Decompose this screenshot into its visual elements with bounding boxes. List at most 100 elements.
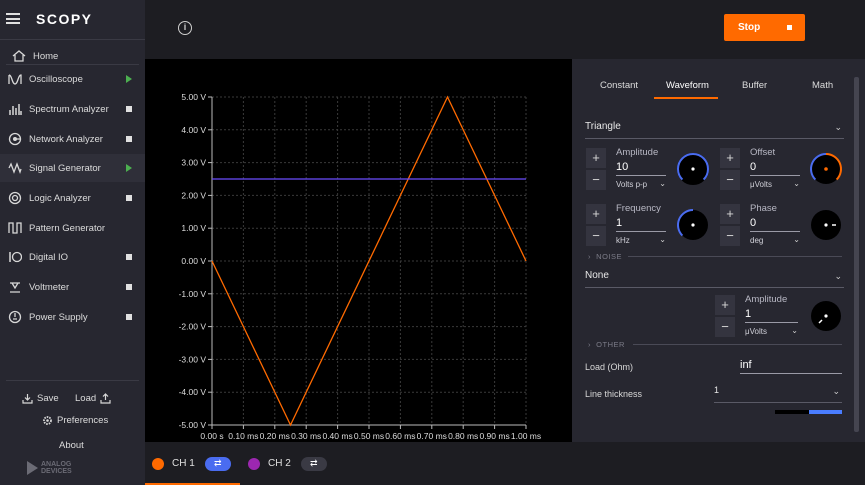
channel-bar: CH 1 ⇄ CH 2 ⇄ (145, 442, 865, 485)
sidebar-item-logic-analyzer[interactable]: Logic Analyzer (0, 184, 145, 212)
offset-input[interactable]: 0 (750, 161, 800, 176)
sidebar-item-label: Pattern Generator (29, 222, 106, 234)
sidebar-item-digital-io[interactable]: Digital IO (0, 243, 145, 271)
channel-1-settings-icon[interactable]: ⇄ (204, 456, 231, 471)
noise-section-toggle[interactable]: › NOISE (588, 252, 622, 261)
noise-amplitude-knob[interactable] (809, 299, 843, 333)
phase-input[interactable]: 0 (750, 217, 800, 232)
sidebar-item-label: Logic Analyzer (29, 192, 91, 204)
amplitude-knob[interactable] (676, 152, 710, 186)
amplitude-plus-button[interactable]: + (586, 148, 606, 168)
frequency-unit-select[interactable]: kHz ⌄ (616, 235, 666, 245)
offset-knob[interactable] (809, 152, 843, 186)
channel-2-label: CH 2 (268, 458, 291, 469)
chevron-down-icon: ⌄ (834, 271, 842, 281)
oscilloscope-icon (8, 72, 22, 86)
waveform-type-select[interactable]: Triangle ⌄ (585, 121, 844, 139)
menu-icon[interactable] (6, 13, 20, 24)
x-tick-label: 0.30 ms (291, 431, 321, 441)
logo-line: ANALOG (41, 461, 72, 468)
amplitude-unit-value: Volts p-p (616, 180, 648, 189)
channel-1[interactable]: CH 1 ⇄ (152, 442, 231, 485)
offset-minus-button[interactable]: − (720, 170, 740, 190)
plot-canvas: 5.00 V 4.00 V 3.00 V 2.00 V 1.00 V 0.00 V -1.0… (179, 92, 542, 441)
offset-plus-button[interactable]: + (720, 148, 740, 168)
pattern-icon (8, 221, 22, 235)
tab-waveform[interactable]: Waveform (666, 80, 709, 91)
section-divider (628, 256, 842, 257)
sidebar-item-oscilloscope[interactable]: Oscilloscope (0, 65, 145, 93)
app-window: SCOPY Home Oscilloscope Spectrum Analyze… (0, 0, 865, 485)
other-section-toggle[interactable]: › OTHER (588, 340, 625, 349)
channel-2-settings-icon[interactable]: ⇄ (300, 456, 327, 471)
chevron-down-icon: ⌄ (659, 235, 666, 244)
sidebar-item-power-supply[interactable]: Power Supply (0, 303, 145, 331)
load-button[interactable]: Load (75, 393, 111, 404)
noise-amplitude-unit-value: μVolts (745, 327, 767, 336)
stopped-indicator (126, 254, 132, 260)
stopped-indicator (126, 136, 132, 142)
x-tick-label: 1.00 ms (511, 431, 541, 441)
tab-buffer[interactable]: Buffer (742, 80, 767, 91)
x-tick-label: 0.80 ms (448, 431, 478, 441)
load-input[interactable]: inf (740, 359, 842, 374)
sidebar-item-signal-generator[interactable]: Signal Generator (0, 154, 145, 182)
sidebar: SCOPY Home Oscilloscope Spectrum Analyze… (0, 0, 145, 485)
noise-amplitude-title: Amplitude (745, 294, 788, 305)
x-tick-label: 0.50 ms (354, 431, 384, 441)
chevron-down-icon: ⌄ (832, 386, 840, 396)
frequency-minus-button[interactable]: − (586, 226, 606, 246)
signal-settings-panel: Constant Waveform Buffer Math Triangle ⌄… (572, 59, 865, 442)
noise-amplitude-unit-select[interactable]: μVolts ⌄ (745, 326, 798, 336)
x-tick-label: 0.60 ms (385, 431, 415, 441)
channel-1-label: CH 1 (172, 458, 195, 469)
frequency-plus-button[interactable]: + (586, 204, 606, 224)
phase-unit-select[interactable]: deg ⌄ (750, 235, 800, 245)
panel-scrollbar[interactable] (854, 77, 859, 432)
sidebar-item-network-analyzer[interactable]: Network Analyzer (0, 125, 145, 153)
signal-plot[interactable]: 5.00 V 4.00 V 3.00 V 2.00 V 1.00 V 0.00 V -1.0… (145, 59, 572, 442)
stop-button[interactable]: Stop (724, 14, 805, 41)
frequency-input[interactable]: 1 (616, 217, 666, 232)
channel-2[interactable]: CH 2 ⇄ (248, 442, 327, 485)
phase-plus-button[interactable]: + (720, 204, 740, 224)
sidebar-item-spectrum-analyzer[interactable]: Spectrum Analyzer (0, 95, 145, 123)
save-button[interactable]: Save (22, 393, 59, 404)
preferences-label: Preferences (57, 415, 109, 426)
sidebar-item-label: Digital IO (29, 251, 69, 263)
network-icon (8, 132, 22, 146)
sidebar-item-label: Network Analyzer (29, 133, 103, 145)
noise-type-select[interactable]: None ⌄ (585, 270, 844, 288)
frequency-title: Frequency (616, 203, 661, 214)
chevron-down-icon: ⌄ (793, 235, 800, 244)
about-button[interactable]: About (59, 440, 84, 451)
noise-amplitude-plus-button[interactable]: + (715, 295, 735, 315)
offset-unit-select[interactable]: μVolts ⌄ (750, 179, 800, 189)
tab-constant[interactable]: Constant (600, 80, 638, 91)
preferences-button[interactable]: Preferences (42, 415, 108, 426)
amplitude-input[interactable]: 10 (616, 161, 666, 176)
amplitude-minus-button[interactable]: − (586, 170, 606, 190)
x-tick-label: 0.10 ms (228, 431, 258, 441)
load-label: Load (Ohm) (585, 362, 634, 372)
noise-amplitude-minus-button[interactable]: − (715, 317, 735, 337)
sidebar-item-voltmeter[interactable]: Voltmeter (0, 273, 145, 301)
top-toolbar: i Stop (145, 0, 865, 58)
phase-knob[interactable] (809, 208, 843, 242)
stop-icon (787, 25, 792, 30)
save-label: Save (37, 393, 59, 404)
gear-icon (43, 416, 52, 425)
sidebar-item-pattern-generator[interactable]: Pattern Generator (0, 214, 145, 242)
logo-line: DEVICES (41, 468, 72, 475)
amplitude-unit-select[interactable]: Volts p-p ⌄ (616, 179, 666, 189)
phase-minus-button[interactable]: − (720, 226, 740, 246)
noise-amplitude-input[interactable]: 1 (745, 308, 798, 323)
tab-math[interactable]: Math (812, 80, 833, 91)
sidebar-item-label: Oscilloscope (29, 73, 83, 85)
sidebar-item-label: Signal Generator (29, 162, 101, 174)
info-icon[interactable]: i (178, 21, 192, 35)
voltmeter-icon (8, 280, 22, 294)
frequency-knob[interactable] (676, 208, 710, 242)
phase-unit-value: deg (750, 236, 764, 245)
line-thickness-select[interactable]: 1 ⌄ (714, 385, 842, 403)
